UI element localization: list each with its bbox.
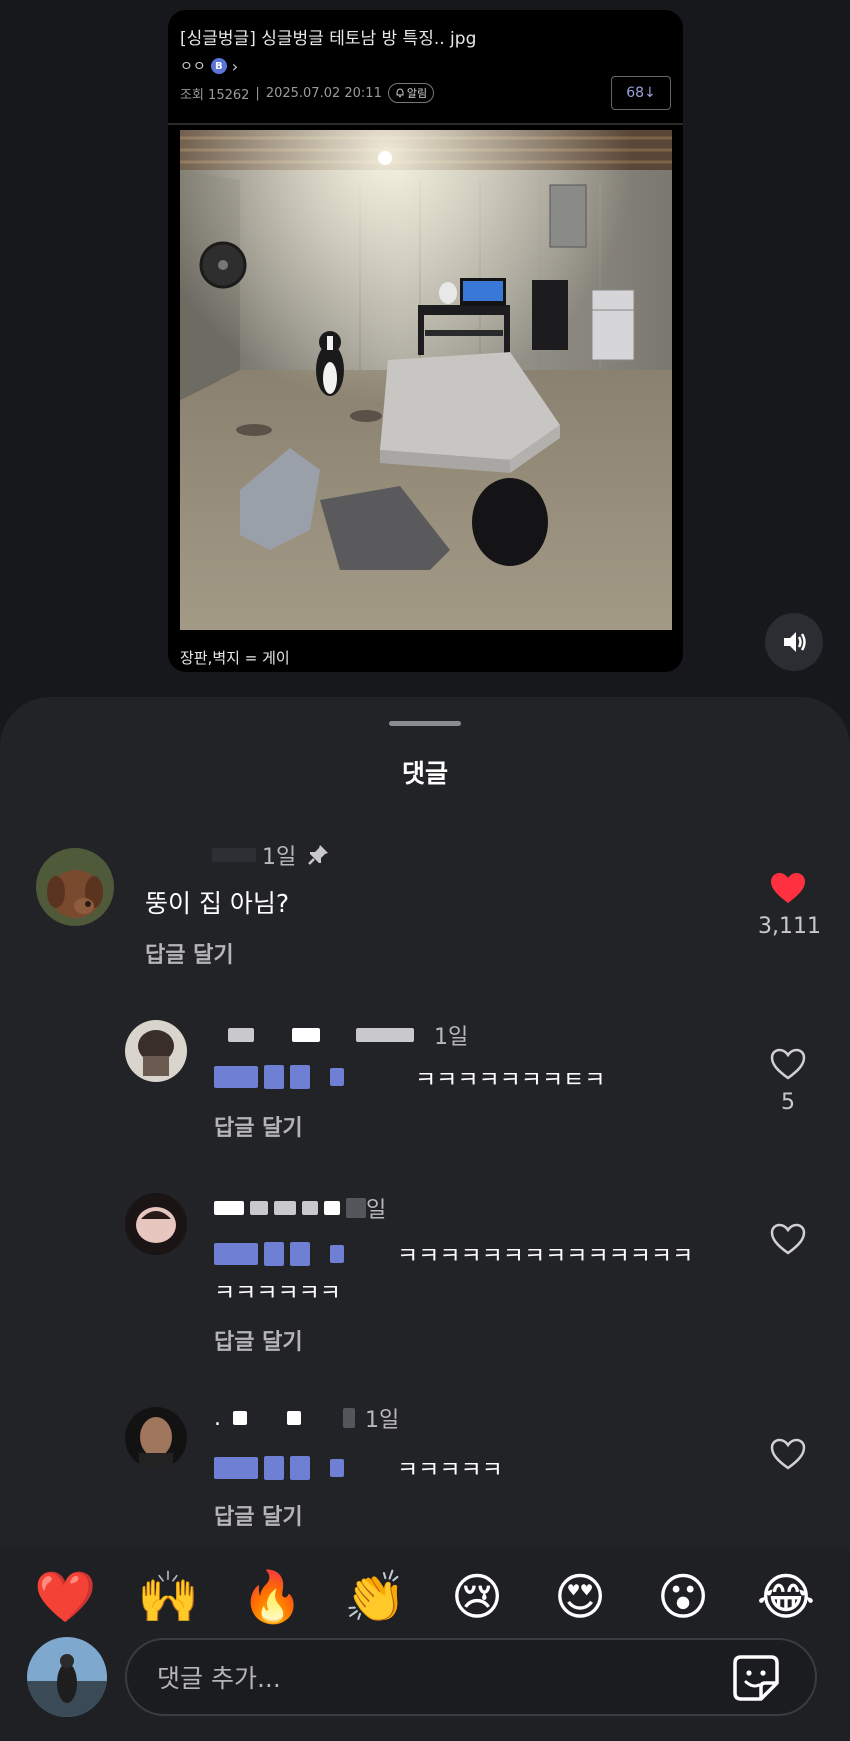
redacted-username <box>302 1201 318 1215</box>
avatar[interactable] <box>125 1407 187 1469</box>
redacted-mention <box>214 1242 344 1266</box>
reply-button[interactable]: 답글 달기 <box>214 1499 303 1531</box>
sticker-icon <box>733 1655 779 1701</box>
redacted-username <box>346 1198 366 1218</box>
comment-input-row <box>0 1637 850 1741</box>
comment-time: 1일 <box>434 1025 469 1050</box>
member-badge-icon: B <box>210 58 227 74</box>
speaker-icon <box>784 632 806 652</box>
meta-separator: | <box>255 85 260 101</box>
heart-filled-icon <box>771 873 805 903</box>
comment-time: 일 <box>366 1198 387 1223</box>
redacted-username <box>324 1201 340 1215</box>
post-author[interactable]: ㅇㅇ B › <box>180 56 238 76</box>
bell-icon <box>396 88 404 98</box>
post-meta: 조회 15262 | 2025.07.02 20:11 알림 <box>180 83 435 103</box>
reply-button[interactable]: 답글 달기 <box>214 1324 303 1356</box>
redacted-username <box>274 1201 296 1215</box>
redacted-username <box>287 1411 301 1425</box>
alarm-label: 알림 <box>406 87 428 100</box>
redacted-mention <box>214 1065 344 1089</box>
comment-meta: 일 <box>214 1192 386 1224</box>
basement-room-image <box>180 130 672 630</box>
comment-text-line2: ㅋㅋㅋㅋㅋㅋ <box>214 1280 341 1306</box>
like-count: 3,111 <box>758 914 821 939</box>
sound-toggle-button[interactable] <box>765 613 823 671</box>
clapping-emoji-button[interactable]: 👏 <box>344 1567 406 1627</box>
like-button[interactable]: 3,111 <box>758 872 821 939</box>
redacted-username <box>233 1411 247 1425</box>
comment-text: ㅋㅋㅋㅋㅋ <box>397 1457 503 1483</box>
redacted-username <box>356 1028 414 1042</box>
like-count: 5 <box>781 1090 795 1115</box>
chevron-right-icon: › <box>231 56 239 76</box>
avatar[interactable] <box>125 1020 187 1082</box>
comment-input[interactable] <box>155 1658 715 1698</box>
post-photo[interactable] <box>180 130 672 630</box>
comment-time: 1일 <box>365 1408 400 1433</box>
crying-emoji-button[interactable]: 😢 <box>447 1567 507 1627</box>
post-title: [싱글벙글] 싱글벙글 테토남 방 특징.. jpg <box>180 29 477 49</box>
heart-outline-icon <box>770 1223 806 1255</box>
view-count: 조회 15262 <box>180 87 250 103</box>
surprised-emoji-button[interactable]: 😮 <box>653 1567 713 1627</box>
comment-meta: 1일 <box>212 839 330 871</box>
like-button[interactable] <box>758 1223 818 1259</box>
redacted-username <box>250 1201 268 1215</box>
heart-emoji-button[interactable]: ❤️ <box>34 1567 96 1627</box>
laughing-emoji-button[interactable]: 😂 <box>756 1567 816 1627</box>
post-date: 2025.07.02 20:11 <box>265 85 382 101</box>
reply-button[interactable]: 답글 달기 <box>145 937 234 969</box>
sheet-drag-handle[interactable] <box>389 721 461 726</box>
sticker-button[interactable] <box>731 1653 781 1703</box>
post-caption: 장판,벽지 = 게이 <box>180 649 290 667</box>
redacted-username <box>292 1028 320 1042</box>
comment-time: 1일 <box>262 845 297 870</box>
comment-meta: 1일 <box>228 1019 468 1051</box>
redacted-username <box>228 1028 254 1042</box>
comment-text: ㅋㅋㅋㅋㅋㅋㅋㅋㅋㅋㅋㅋㅋㅋ <box>397 1243 694 1269</box>
alarm-button[interactable]: 알림 <box>387 83 435 103</box>
comment-text: 뚱이 집 아님? <box>145 889 290 918</box>
avatar[interactable] <box>27 1637 107 1717</box>
post-divider <box>168 123 683 125</box>
post-card[interactable]: [싱글벙글] 싱글벙글 테토남 방 특징.. jpg ㅇㅇ B › 조회 152… <box>168 10 683 672</box>
redacted-username: . <box>214 1405 221 1431</box>
reply-button[interactable]: 답글 달기 <box>214 1110 303 1142</box>
author-name: ㅇㅇ <box>180 59 206 75</box>
sheet-title: 댓글 <box>401 759 448 788</box>
emoji-quick-bar: ❤️ 🙌 🔥 👏 😢 😍 😮 😂 <box>0 1547 850 1647</box>
avatar[interactable] <box>125 1193 187 1255</box>
raised-hands-emoji-button[interactable]: 🙌 <box>137 1567 199 1627</box>
comment-text: ㅋㅋㅋㅋㅋㅋㅋㅌㅋ <box>415 1067 606 1093</box>
comment-meta: . 1일 <box>214 1402 399 1434</box>
heart-outline-icon <box>770 1048 806 1080</box>
like-button[interactable]: 5 <box>758 1048 818 1115</box>
redacted-mention <box>214 1456 344 1480</box>
pin-icon <box>308 845 329 865</box>
like-button[interactable] <box>758 1438 818 1474</box>
redacted-username <box>214 1201 244 1215</box>
fire-emoji-button[interactable]: 🔥 <box>241 1567 303 1627</box>
redacted-username <box>343 1408 355 1428</box>
heart-eyes-emoji-button[interactable]: 😍 <box>550 1567 610 1627</box>
comment-input-box[interactable] <box>125 1638 817 1716</box>
heart-outline-icon <box>770 1438 806 1470</box>
comment-count-button[interactable]: 68↓ <box>611 76 671 110</box>
redacted-username <box>212 848 256 862</box>
avatar[interactable] <box>36 848 114 926</box>
